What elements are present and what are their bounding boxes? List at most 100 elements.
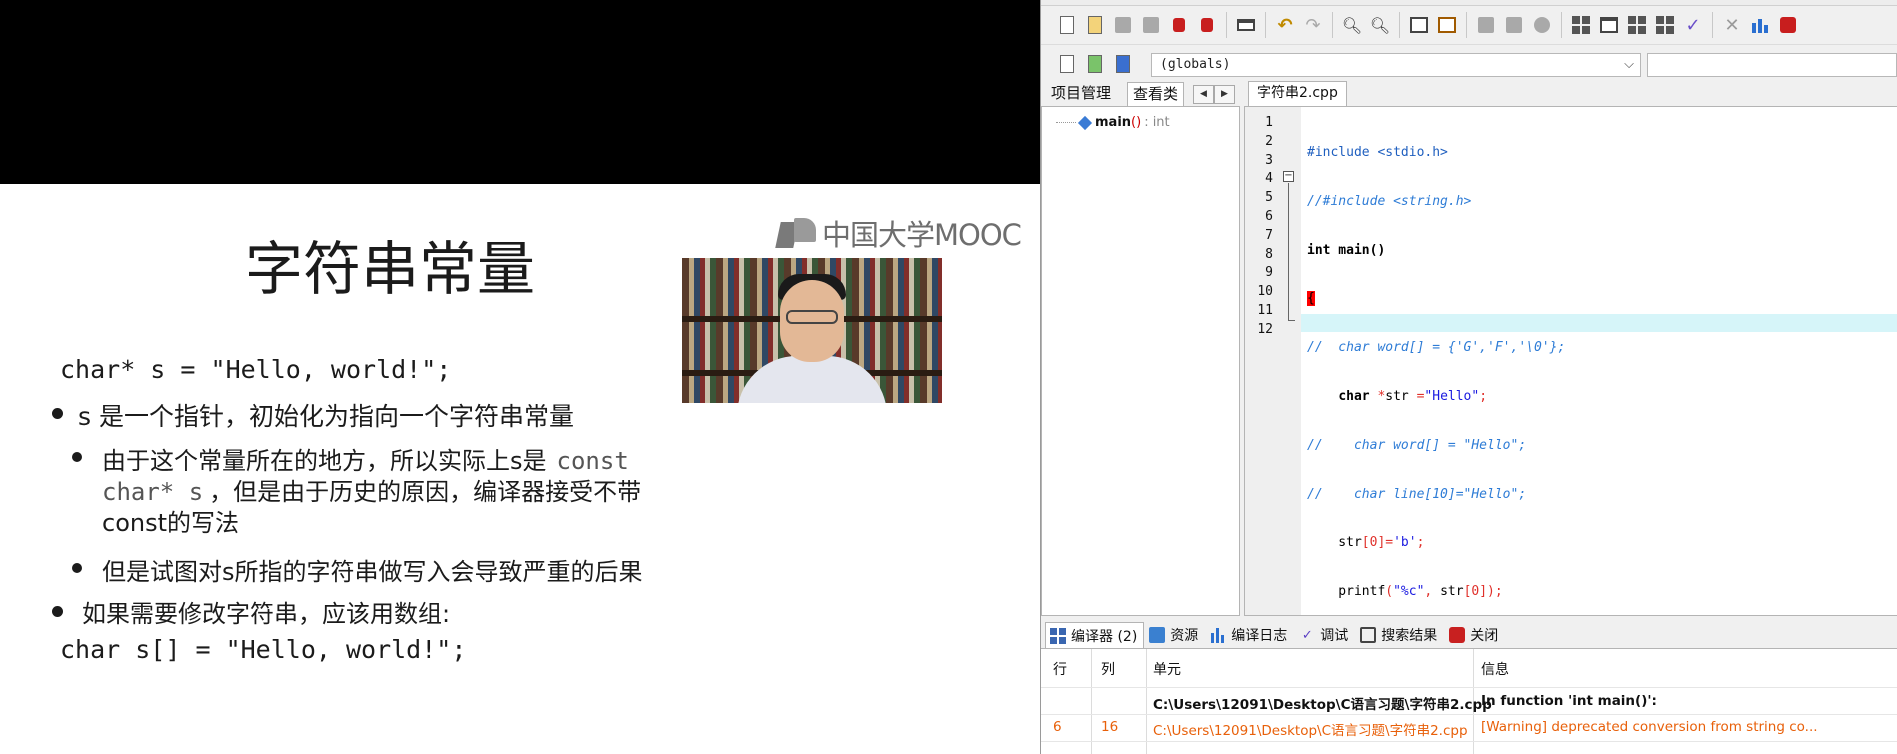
- stop-icon[interactable]: ✕: [1721, 14, 1743, 36]
- print-icon[interactable]: [1235, 14, 1257, 36]
- save-all-icon[interactable]: [1140, 14, 1162, 36]
- redo-icon[interactable]: ↷: [1302, 14, 1324, 36]
- indent-icon[interactable]: [1408, 14, 1430, 36]
- tab-debug[interactable]: ✓ 调试: [1294, 622, 1355, 648]
- member-dropdown[interactable]: [1647, 53, 1897, 77]
- save-icon[interactable]: [1112, 14, 1134, 36]
- result-row-col[interactable]: 16: [1101, 719, 1118, 735]
- slide-subbullet-text: ，但是由于历史的原因，编译器接受不带: [209, 478, 642, 506]
- rebuild-icon[interactable]: [1654, 14, 1676, 36]
- unindent-icon[interactable]: [1436, 14, 1458, 36]
- lecture-slide: 中国大学MOOC 字符串常量 char* s = "Hello, world!"…: [0, 0, 1040, 754]
- line-number: 9: [1265, 265, 1273, 281]
- slide-bullet-array: 如果需要修改字符串，应该用数组:: [82, 600, 451, 628]
- close-all-icon[interactable]: [1196, 14, 1218, 36]
- code-line: // char line[10]="Hello";: [1307, 486, 1527, 502]
- undo-icon[interactable]: ↶: [1274, 14, 1296, 36]
- replace-icon[interactable]: 🔍︎: [1369, 14, 1391, 36]
- result-row-message[interactable]: [Warning] deprecated conversion from str…: [1481, 719, 1818, 735]
- line-number: 8: [1265, 246, 1273, 262]
- line-number: 12: [1257, 321, 1273, 337]
- find-icon[interactable]: 🔍︎: [1341, 14, 1363, 36]
- line-number: 4: [1265, 171, 1273, 187]
- insert-icon[interactable]: [1084, 53, 1106, 75]
- tab-search-results[interactable]: 搜索结果: [1355, 622, 1444, 648]
- function-icon: [1077, 115, 1093, 130]
- debug-icon[interactable]: [1777, 14, 1799, 36]
- devcpp-window: ↶ ↷ 🔍︎ 🔍︎ ✓ ✕ (globals) ⌵ 项目管理 查看类 ◀ ▶ m…: [1040, 0, 1897, 754]
- result-row-unit[interactable]: C:\Users\12091\Desktop\C语言习题\字符串2.cpp: [1153, 719, 1468, 739]
- code-line: printf("%c", str[0]);: [1307, 584, 1503, 600]
- bullet-dot: [52, 408, 63, 419]
- class-browser-item-main[interactable]: main(): int: [1056, 115, 1170, 130]
- scroll-left-icon[interactable]: ◀: [1193, 85, 1214, 104]
- code-content: #include <stdio.h> //#include <string.h>…: [1307, 115, 1566, 615]
- mooc-logo-text: 中国大学MOOC: [822, 218, 1022, 252]
- slide-code-char-s: char* s: [102, 478, 204, 506]
- column-header-line[interactable]: 行: [1053, 659, 1067, 679]
- line-number: 7: [1265, 227, 1273, 243]
- fold-toggle-icon[interactable]: −: [1283, 171, 1294, 182]
- code-line: {: [1307, 291, 1565, 310]
- tab-class-browser[interactable]: 查看类: [1127, 82, 1185, 106]
- class-browser-panel: main(): int: [1041, 106, 1240, 616]
- function-return-type: : int: [1144, 115, 1170, 130]
- compile-run-icon[interactable]: [1626, 14, 1648, 36]
- bottom-panel-tabs: 编译器 (2) 资源 编译日志 ✓ 调试 搜索结果 关闭: [1041, 620, 1897, 648]
- slide-subbullet-const-line1: 由于这个常量所在的地方，所以实际上s是 const: [102, 441, 629, 476]
- slide-code-pointer: char* s = "Hello, world!";: [60, 355, 452, 384]
- mooc-logo-icon: [775, 218, 816, 248]
- new-class-icon[interactable]: [1056, 53, 1078, 75]
- code-line: #include <stdio.h>: [1307, 145, 1448, 160]
- tab-file[interactable]: 字符串2.cpp: [1248, 81, 1347, 106]
- result-row-line[interactable]: 6: [1053, 719, 1062, 735]
- resources-icon: [1149, 627, 1166, 643]
- new-file-icon[interactable]: [1056, 14, 1078, 36]
- tab-compile-log[interactable]: 编译日志: [1205, 622, 1294, 648]
- scroll-right-icon[interactable]: ▶: [1214, 85, 1235, 104]
- open-file-icon[interactable]: [1084, 14, 1106, 36]
- code-line: char *str ="Hello";: [1338, 388, 1488, 404]
- secondary-toolbar: (globals) ⌵: [1041, 44, 1897, 82]
- code-line: // char word[] = {'G','F','\0'};: [1307, 340, 1566, 356]
- compiler-results-table: 行 列 单元 信息 C:\Users\12091\Desktop\C语言习题\字…: [1041, 648, 1897, 754]
- tab-close[interactable]: 关闭: [1444, 622, 1505, 648]
- bookmark-next-icon[interactable]: [1503, 14, 1525, 36]
- line-number: 11: [1257, 303, 1273, 318]
- close-file-icon[interactable]: [1168, 14, 1190, 36]
- bullet-dot: [52, 606, 63, 617]
- run-icon[interactable]: [1598, 14, 1620, 36]
- bookmark-prev-icon[interactable]: [1475, 14, 1497, 36]
- close-icon: [1449, 627, 1466, 643]
- line-number: 3: [1265, 152, 1273, 168]
- toggle-bookmark-icon[interactable]: [1531, 14, 1553, 36]
- code-editor[interactable]: − 1 2 3 4 5 6 7 8 9 10 11 12 #include <stdio.h> //#…: [1244, 106, 1897, 616]
- tab-project-manager[interactable]: 项目管理: [1046, 82, 1116, 106]
- chevron-down-icon: ⌵: [1624, 57, 1634, 72]
- slide-bullet-pointer: s 是一个指针，初始化为指向一个字符串常量: [78, 402, 574, 431]
- tab-resources[interactable]: 资源: [1144, 622, 1205, 648]
- result-row-unit[interactable]: C:\Users\12091\Desktop\C语言习题\字符串2.cpp: [1153, 693, 1492, 713]
- lecturer-video: [682, 258, 942, 403]
- column-header-message[interactable]: 信息: [1481, 659, 1509, 679]
- compile-icon[interactable]: [1570, 14, 1592, 36]
- left-panel-tabs: 项目管理 查看类 ◀ ▶: [1041, 80, 1240, 106]
- slide-subbullet-write: 但是试图对s所指的字符串做写入会导致严重的后果: [102, 558, 643, 586]
- goto-icon[interactable]: [1112, 53, 1134, 75]
- slide-subbullet-text: 由于这个常量所在的地方，所以实际上s是: [102, 447, 547, 475]
- slide-title: 字符串常量: [245, 235, 536, 303]
- code-line: int main(): [1307, 242, 1386, 258]
- matched-brace: {: [1307, 291, 1315, 307]
- profile-icon[interactable]: [1749, 14, 1771, 36]
- compiler-icon: [1050, 627, 1066, 644]
- function-parens: (): [1131, 115, 1142, 130]
- column-header-col[interactable]: 列: [1101, 659, 1115, 679]
- scope-dropdown[interactable]: (globals) ⌵: [1151, 53, 1641, 77]
- tab-compiler[interactable]: 编译器 (2): [1045, 622, 1145, 648]
- syntax-check-icon[interactable]: ✓: [1682, 14, 1704, 36]
- result-row-message[interactable]: In function 'int main()':: [1481, 693, 1657, 709]
- column-header-unit[interactable]: 单元: [1153, 659, 1181, 679]
- tab-scroll-buttons: ◀ ▶: [1193, 85, 1235, 104]
- scope-dropdown-value: (globals): [1160, 57, 1231, 72]
- line-number: 2: [1265, 133, 1273, 149]
